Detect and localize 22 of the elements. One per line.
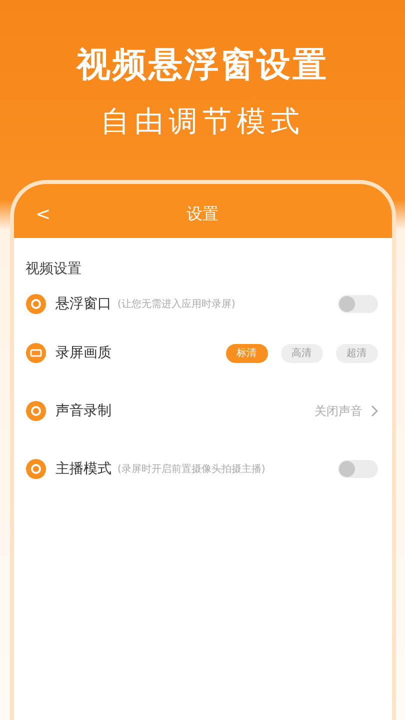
record-icon bbox=[26, 294, 46, 314]
chevron-icon bbox=[370, 405, 378, 417]
back-button[interactable]: < bbox=[36, 204, 51, 224]
record-icon bbox=[26, 401, 46, 421]
banner-title: 视频悬浮窗设置 bbox=[76, 44, 328, 87]
setting-hint: (录屏时开启前置摄像头拍摄主播) bbox=[118, 462, 266, 476]
quality-option[interactable]: 标清 bbox=[226, 344, 268, 362]
record-icon bbox=[26, 459, 46, 479]
setting-label: 主播模式 bbox=[56, 460, 112, 478]
section-title: 视频设置 bbox=[24, 260, 82, 278]
quality-option[interactable]: 超清 bbox=[336, 344, 378, 362]
setting-label: 录屏画质 bbox=[56, 344, 112, 362]
setting-label: 悬浮窗口 bbox=[56, 295, 112, 313]
quality-option[interactable]: 高清 bbox=[280, 344, 322, 362]
setting-value[interactable]: 关闭声音 bbox=[314, 402, 362, 420]
app-bar-title: 设置 bbox=[186, 204, 218, 224]
toggle-switch[interactable] bbox=[338, 460, 378, 478]
setting-hint: (让您无需进入应用时录屏) bbox=[118, 298, 236, 311]
screen-icon bbox=[26, 343, 46, 363]
banner-subtitle: 自由调节模式 bbox=[100, 103, 304, 140]
setting-label: 声音录制 bbox=[56, 402, 112, 420]
toggle-switch[interactable] bbox=[338, 295, 378, 313]
